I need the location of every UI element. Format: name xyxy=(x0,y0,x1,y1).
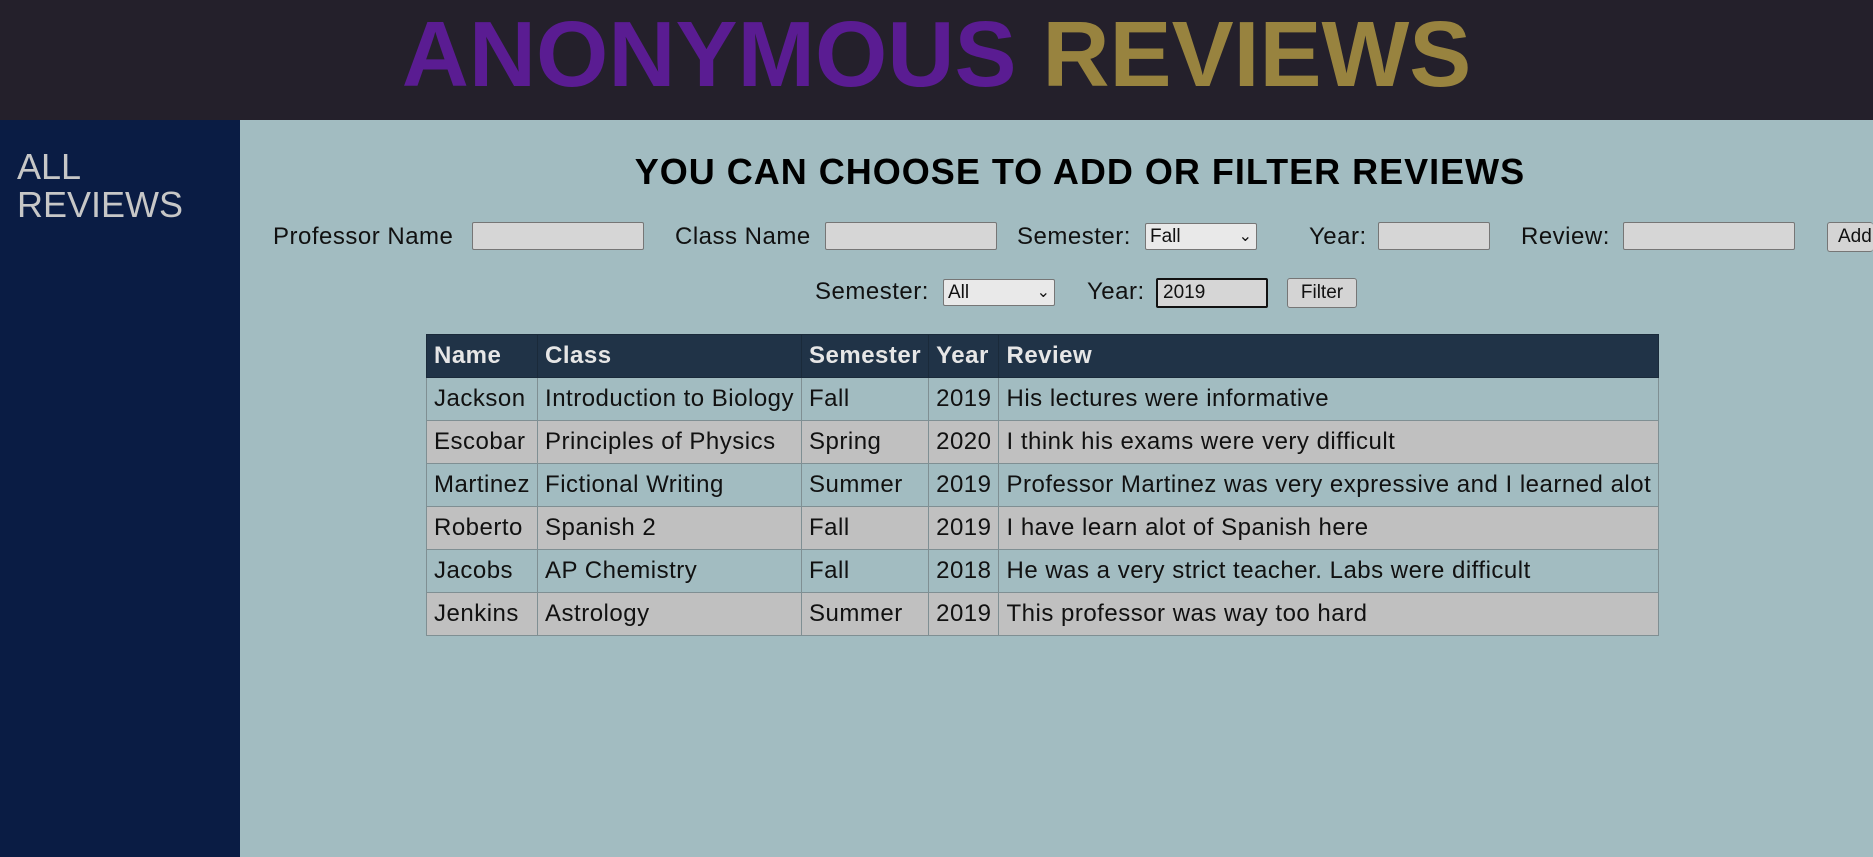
column-header-review: Review xyxy=(998,334,1660,378)
cell-name: Martinez xyxy=(425,463,539,507)
add-semester-select[interactable]: Fall ⌄ xyxy=(1145,223,1257,250)
cell-class: Astrology xyxy=(537,592,803,636)
table-row: Jenkins Astrology Summer 2019 This profe… xyxy=(425,592,1660,636)
professor-name-label: Professor Name xyxy=(273,223,454,250)
cell-semester: Spring xyxy=(801,420,930,464)
filter-year-label: Year: xyxy=(1087,278,1145,305)
table-row: Escobar Principles of Physics Spring 202… xyxy=(425,420,1660,464)
column-header-class: Class xyxy=(537,334,803,378)
column-header-name: Name xyxy=(425,334,539,378)
review-label: Review: xyxy=(1521,223,1610,250)
reviews-table: Name Class Semester Year Review Jackson … xyxy=(425,334,1660,636)
cell-name: Jacobs xyxy=(425,549,539,593)
add-button[interactable]: Add xyxy=(1827,222,1873,252)
cell-review: His lectures were informative xyxy=(998,377,1660,421)
cell-name: Roberto xyxy=(425,506,539,550)
cell-class: Fictional Writing xyxy=(537,463,803,507)
filter-semester-label: Semester: xyxy=(815,278,929,305)
class-name-input[interactable] xyxy=(825,222,997,250)
site-title: ANONYMOUS REVIEWS xyxy=(402,7,1472,101)
class-name-label: Class Name xyxy=(675,223,811,250)
cell-year: 2019 xyxy=(928,377,1000,421)
sidebar-link-line2: REVIEWS xyxy=(17,184,184,225)
cell-class: Introduction to Biology xyxy=(537,377,803,421)
add-semester-label: Semester: xyxy=(1017,223,1131,250)
column-header-year: Year xyxy=(928,334,1000,378)
cell-year: 2019 xyxy=(928,592,1000,636)
cell-review: He was a very strict teacher. Labs were … xyxy=(998,549,1660,593)
table-row: Jacobs AP Chemistry Fall 2018 He was a v… xyxy=(425,549,1660,593)
cell-semester: Summer xyxy=(801,592,930,636)
sidebar-link-line1: ALL xyxy=(17,146,82,187)
site-title-reviews: REVIEWS xyxy=(1042,1,1472,106)
cell-review: I think his exams were very difficult xyxy=(998,420,1660,464)
cell-year: 2020 xyxy=(928,420,1000,464)
cell-name: Jenkins xyxy=(425,592,539,636)
cell-name: Escobar xyxy=(425,420,539,464)
table-row: Martinez Fictional Writing Summer 2019 P… xyxy=(425,463,1660,507)
page-heading: YOU CAN CHOOSE TO ADD OR FILTER REVIEWS xyxy=(634,151,1526,192)
add-year-input[interactable] xyxy=(1378,222,1490,250)
column-header-semester: Semester xyxy=(801,334,930,378)
cell-review: Professor Martinez was very expressive a… xyxy=(998,463,1660,507)
cell-review: I have learn alot of Spanish here xyxy=(998,506,1660,550)
add-semester-selected: Fall xyxy=(1150,225,1181,247)
cell-year: 2018 xyxy=(928,549,1000,593)
cell-semester: Summer xyxy=(801,463,930,507)
filter-button[interactable]: Filter xyxy=(1287,278,1357,308)
chevron-down-icon: ⌄ xyxy=(1036,283,1050,301)
professor-name-input[interactable] xyxy=(472,222,644,250)
cell-review: This professor was way too hard xyxy=(998,592,1660,636)
sidebar-link-all-reviews[interactable]: ALL REVIEWS xyxy=(17,148,217,224)
cell-class: Spanish 2 xyxy=(537,506,803,550)
add-year-label: Year: xyxy=(1309,223,1367,250)
sidebar: ALL REVIEWS xyxy=(0,120,240,857)
site-title-anonymous: ANONYMOUS xyxy=(401,1,1017,106)
site-banner: ANONYMOUS REVIEWS xyxy=(0,0,1873,120)
main-content: YOU CAN CHOOSE TO ADD OR FILTER REVIEWS … xyxy=(240,120,1873,857)
cell-semester: Fall xyxy=(801,506,930,550)
filter-semester-selected: All xyxy=(948,281,970,303)
chevron-down-icon: ⌄ xyxy=(1238,227,1252,245)
cell-year: 2019 xyxy=(928,463,1000,507)
table-header-row: Name Class Semester Year Review xyxy=(425,334,1660,378)
cell-semester: Fall xyxy=(801,377,930,421)
cell-year: 2019 xyxy=(928,506,1000,550)
review-input[interactable] xyxy=(1623,222,1795,250)
table-row: Jackson Introduction to Biology Fall 201… xyxy=(425,377,1660,421)
cell-semester: Fall xyxy=(801,549,930,593)
filter-semester-select[interactable]: All ⌄ xyxy=(943,279,1055,306)
cell-name: Jackson xyxy=(425,377,539,421)
table-row: Roberto Spanish 2 Fall 2019 I have learn… xyxy=(425,506,1660,550)
filter-year-input[interactable] xyxy=(1156,278,1268,308)
cell-class: Principles of Physics xyxy=(537,420,803,464)
cell-class: AP Chemistry xyxy=(537,549,803,593)
